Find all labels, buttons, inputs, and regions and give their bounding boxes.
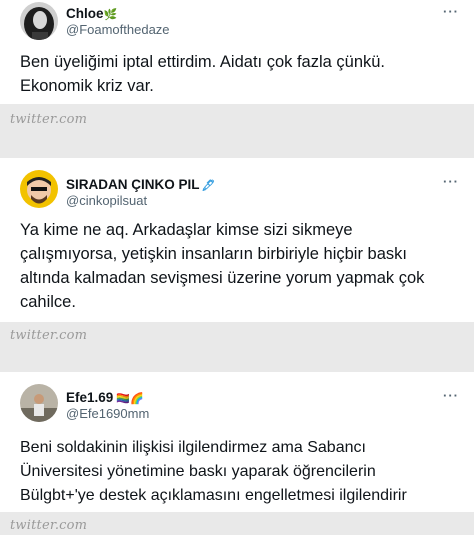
avatar[interactable] (20, 170, 58, 208)
avatar-image-icon (20, 170, 58, 208)
user-handle[interactable]: @Efe1690mm (66, 406, 149, 421)
pen-emoji-icon: 🖋 (201, 180, 216, 192)
avatar-image-icon (20, 384, 58, 422)
avatar[interactable] (20, 384, 58, 422)
leaf-emoji-icon: 🌿 (103, 9, 118, 21)
avatar-image-icon (20, 2, 58, 40)
tweet-text-line: Bülgbt+'ye destek açıklamasını engelletm… (20, 487, 407, 504)
tweet-text: Ben üyeliğimi iptal ettirdim. Aidatı çok… (20, 50, 385, 98)
tweet-text-line: Beni soldakinin ilişkisi ilgilendirmez a… (20, 439, 366, 456)
tweet-text-line: Üniversitesi yönetimine baskı yaparak öğ… (20, 463, 376, 480)
user-handle[interactable]: @cinkopilsuat (66, 193, 147, 208)
user-handle[interactable]: @Foamofthedaze (66, 22, 170, 37)
tweet-text-line: Ekonomik kriz var. (20, 77, 154, 95)
more-options-icon[interactable]: ··· (443, 174, 459, 189)
tweet-text-line: çalışmıyorsa, yetişkin insanların birbir… (20, 245, 407, 263)
display-name[interactable]: Efe1.69 🏳️‍🌈🌈 (66, 390, 144, 405)
avatar[interactable] (20, 2, 58, 40)
more-options-icon[interactable]: ··· (443, 388, 459, 403)
more-options-icon[interactable]: ··· (443, 4, 459, 19)
tweet-card-3[interactable]: Efe1.69 🏳️‍🌈🌈 @Efe1690mm ··· Beni soldaki… (0, 372, 474, 512)
tweet-text-line: cahilce. (20, 293, 76, 311)
tweet-text-line: Ya kime ne aq. Arkadaşlar kimse sizi sik… (20, 221, 353, 239)
tweet-text-line: altında kalmadan sevişmesi üzerine yorum… (20, 269, 425, 287)
rainbow-emoji-icon: 🏳️‍🌈🌈 (116, 393, 144, 405)
tweet-text: Beni soldakinin ilişkisi ilgilendirmez a… (20, 436, 407, 508)
watermark: twitter.com (10, 112, 88, 127)
watermark: twitter.com (10, 328, 88, 343)
tweet-card-1[interactable]: Chloe🌿 @Foamofthedaze ··· Ben üyeliğimi … (0, 0, 474, 104)
tweet-text-line: Ben üyeliğimi iptal ettirdim. Aidatı çok… (20, 53, 386, 71)
tweet-text: Ya kime ne aq. Arkadaşlar kimse sizi sik… (20, 218, 424, 314)
display-name[interactable]: SIRADAN ÇINKO PIL 🖋 (66, 177, 215, 192)
watermark: twitter.com (10, 518, 88, 533)
tweet-card-2[interactable]: SIRADAN ÇINKO PIL 🖋 @cinkopilsuat ··· Ya … (0, 158, 474, 322)
display-name[interactable]: Chloe🌿 (66, 6, 117, 21)
